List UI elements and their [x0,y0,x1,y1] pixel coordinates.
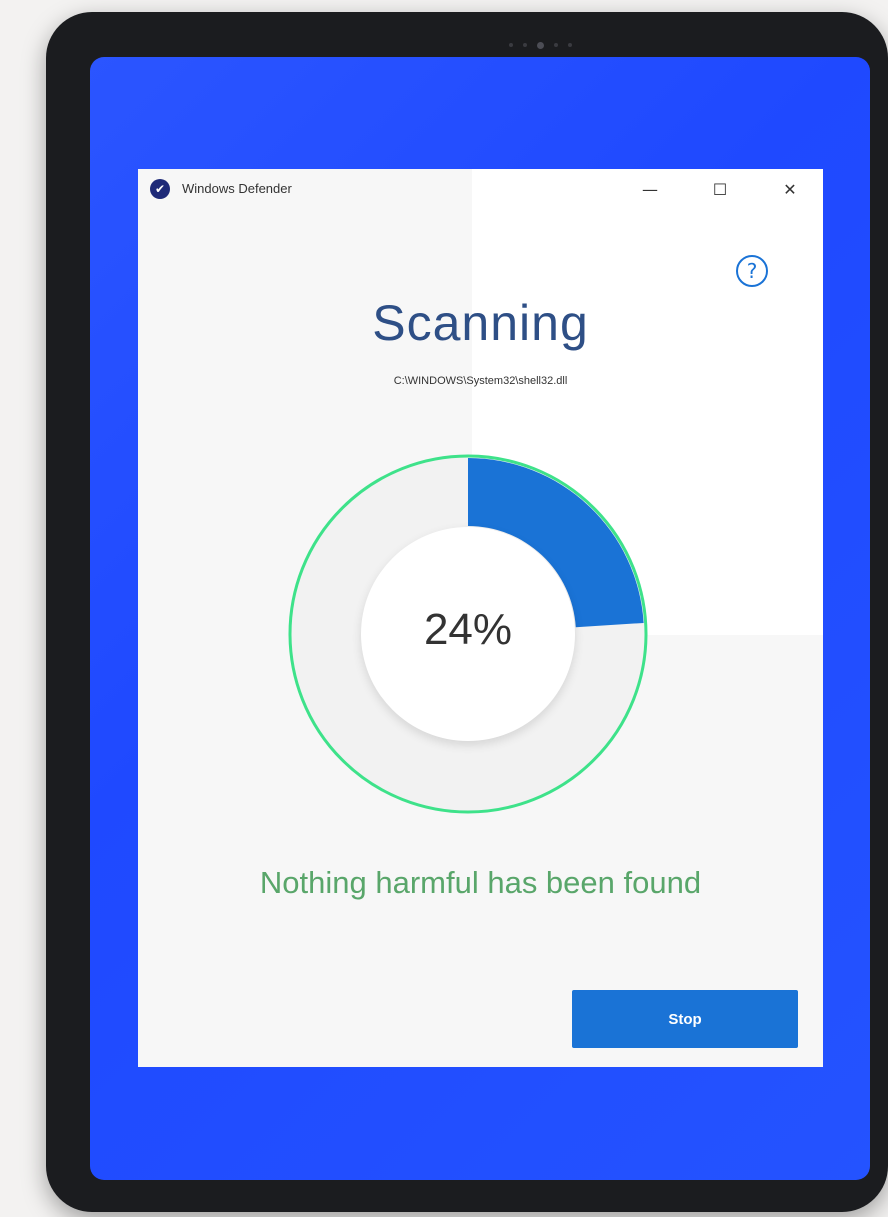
minimize-button[interactable]: — [630,175,670,205]
page-title: Scanning [372,295,589,351]
current-file-path: C:\WINDOWS\System32\shell32.dll [393,375,568,387]
shield-icon: ✔ [150,179,170,199]
window-title: Windows Defender [182,181,292,196]
scan-status: Nothing harmful has been found [259,865,702,900]
camera-bar [480,38,600,52]
tablet-screen: ✔ Windows Defender — ☐ ✕ ? Scanning C:\W… [90,57,870,1180]
defender-window: ✔ Windows Defender — ☐ ✕ ? Scanning C:\W… [138,169,823,1067]
close-button[interactable]: ✕ [770,175,810,205]
stop-button[interactable]: Stop [572,990,798,1048]
help-icon[interactable]: ? [736,255,768,287]
title-bar: ✔ Windows Defender — ☐ ✕ [138,169,823,213]
maximize-button[interactable]: ☐ [700,175,740,205]
progress-percent: 24% [423,605,513,654]
